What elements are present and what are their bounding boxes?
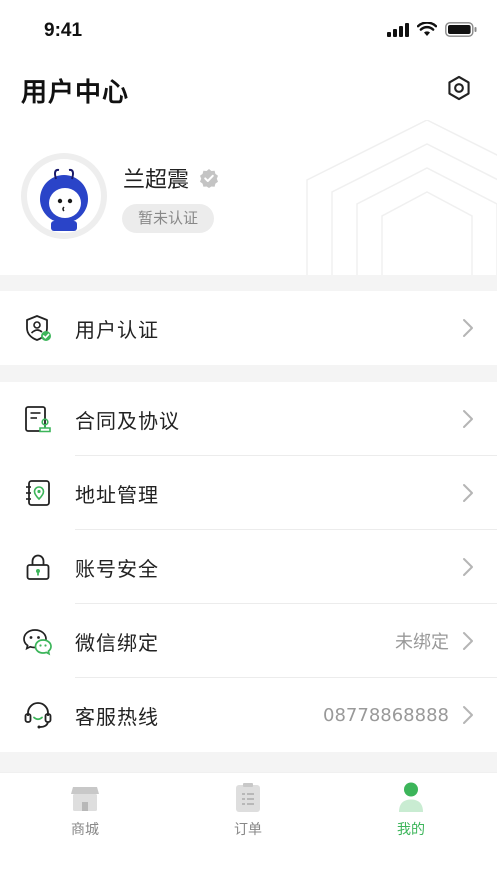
menu-item-user-auth[interactable]: 用户认证: [0, 291, 497, 365]
status-bar: 9:41: [0, 0, 497, 60]
page-title: 用户中心: [21, 78, 130, 108]
menu-label: 账号安全: [75, 556, 159, 581]
hotline-number: 08778868888: [323, 704, 449, 726]
user-icon: [396, 781, 426, 813]
status-time: 9:41: [44, 20, 83, 41]
menu-group-settings: 合同及协议 地址管理 账号安全 微信绑定 未绑定 客服热线 0877886888…: [0, 382, 497, 752]
settings-button[interactable]: [441, 70, 477, 106]
avatar[interactable]: [21, 153, 107, 239]
section-gap: [0, 752, 497, 772]
battery-icon: [445, 22, 477, 37]
tab-store[interactable]: 商城: [45, 781, 125, 839]
menu-label: 地址管理: [75, 482, 159, 507]
tab-orders[interactable]: 订单: [208, 781, 288, 839]
wechat-binding-status: 未绑定: [395, 632, 449, 653]
status-icons: [387, 22, 477, 37]
tab-mine[interactable]: 我的: [371, 781, 451, 839]
wechat-icon: [22, 625, 54, 657]
chevron-right-icon: [463, 410, 473, 428]
shield-user-icon: [22, 312, 54, 344]
tab-label: 我的: [397, 822, 425, 838]
order-icon: [233, 781, 263, 813]
tab-bar: 商城 订单 我的: [0, 772, 497, 883]
section-gap: [0, 365, 497, 382]
menu-label: 合同及协议: [75, 408, 180, 433]
gear-icon: [448, 75, 470, 101]
header: 用户中心: [0, 60, 497, 120]
chevron-right-icon: [463, 632, 473, 650]
menu-item-customer-hotline[interactable]: 客服热线 08778868888: [0, 678, 497, 752]
contract-icon: [22, 403, 54, 435]
menu-group-auth: 用户认证: [0, 291, 497, 365]
signal-icon: [387, 22, 409, 37]
menu-item-account-security[interactable]: 账号安全: [0, 530, 497, 604]
lock-icon: [22, 551, 54, 583]
headset-icon: [22, 699, 54, 731]
robot-avatar-icon: [40, 168, 88, 231]
profile-card[interactable]: 兰超震 暂未认证: [0, 120, 497, 275]
menu-item-address[interactable]: 地址管理: [0, 456, 497, 530]
wifi-icon: [417, 22, 437, 36]
menu-label: 用户认证: [75, 317, 159, 342]
background-decoration: [306, 120, 497, 275]
menu-label: 客服热线: [75, 704, 159, 729]
tab-label: 订单: [234, 822, 262, 838]
section-gap: [0, 275, 497, 291]
chevron-right-icon: [463, 319, 473, 337]
auth-status-badge: 暂未认证: [122, 204, 215, 233]
chevron-right-icon: [463, 558, 473, 576]
verify-badge-icon: [199, 168, 219, 188]
address-book-icon: [22, 477, 54, 509]
tab-label: 商城: [71, 822, 99, 838]
menu-label: 微信绑定: [75, 630, 159, 655]
chevron-right-icon: [463, 484, 473, 502]
menu-item-contracts[interactable]: 合同及协议: [0, 382, 497, 456]
menu-item-wechat-binding[interactable]: 微信绑定 未绑定: [0, 604, 497, 678]
username: 兰超震: [123, 168, 190, 193]
username-row: 兰超震: [123, 162, 219, 194]
store-icon: [70, 781, 100, 813]
chevron-right-icon: [463, 706, 473, 724]
